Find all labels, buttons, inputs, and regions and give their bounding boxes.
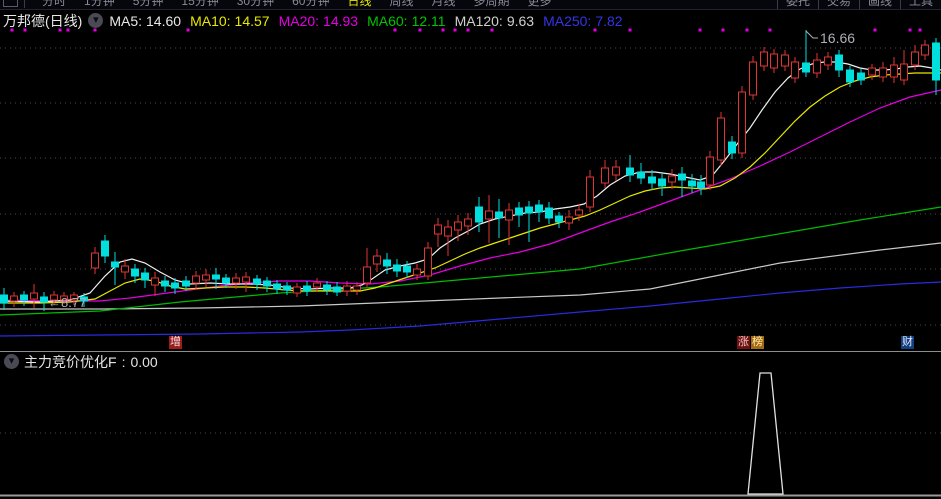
toolbar-divider [24,0,25,8]
event-badge-cai[interactable]: 财 [901,336,914,349]
sub-indicator-title: 主力竞价优化F [24,353,117,370]
sub-indicator-value: 0.00 [130,353,158,370]
candlestick-chart[interactable]: 16.66 ←8.77 [0,0,941,499]
app-grid-icon[interactable] [3,0,18,7]
chart-title-bar: 万邦德(日线) ▾ MA5: 14.60 MA10: 14.57 MA20: 14.93 M… [0,9,941,32]
chevron-down-icon[interactable]: ▾ [88,13,104,28]
ma-legend-item-MA5: MA5: 14.60 [109,12,182,29]
low-price-label: ←8.77 [48,295,86,310]
ma-line-ma5 [0,61,941,303]
sub-indicator-header: ▾ 主力竞价优化F : 0.00 [0,353,941,370]
ma-legend-item-MA10: MA10: 14.57 [190,12,270,29]
high-arrow [805,30,818,39]
ma-legend-item-MA20: MA20: 14.93 [278,12,359,29]
event-badge-zhang[interactable]: 涨 [737,336,750,349]
ma-legend-item-MA250: MA250: 7.82 [543,12,623,29]
ma-legend-item-MA120: MA120: 9.63 [454,12,535,29]
stock-title: 万邦德(日线) [3,12,83,29]
ma-legend: MA5: 14.60 MA10: 14.57 MA20: 14.93 MA60: 12.11 M… [109,13,631,29]
panel-divider [0,351,941,352]
event-badge-bang[interactable]: 榜 [751,336,764,349]
ma-legend-item-MA60: MA60: 12.11 [367,12,446,29]
sub-indicator-spike [747,372,784,495]
event-badge-zeng[interactable]: 增 [169,336,182,349]
high-price-label: 16.66 [820,30,855,46]
sub-indicator-separator: : [121,353,126,370]
trading-app-window: 16.66 ←8.77 分时 1分钟 5分钟 15分钟 30分钟 60分钟 日线 周线 月线 多周期… [0,0,941,499]
chevron-down-icon[interactable]: ▾ [4,354,19,369]
